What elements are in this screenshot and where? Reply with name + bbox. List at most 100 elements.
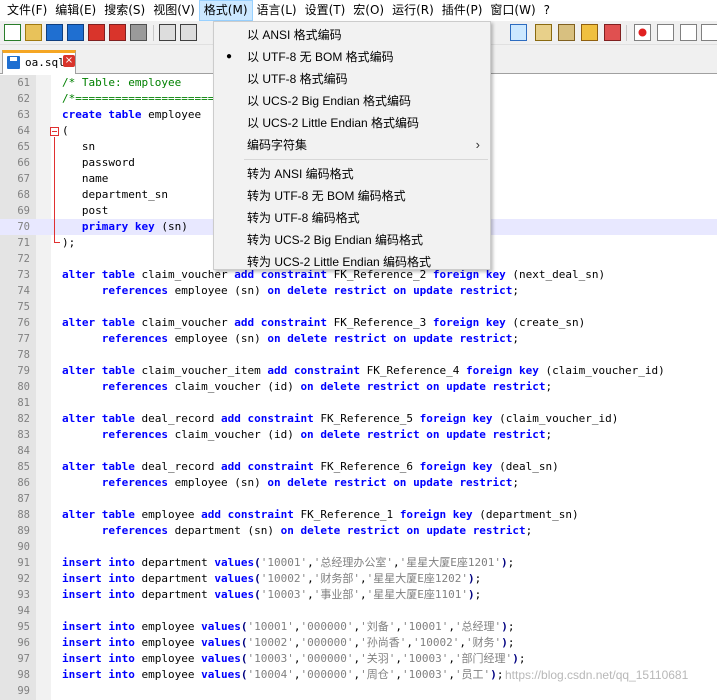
code-text[interactable]: sn xyxy=(62,139,95,155)
copy-icon[interactable] xyxy=(180,24,197,41)
tab-oa-sql[interactable]: oa.sql × xyxy=(2,50,76,74)
format-menu-item-6[interactable]: 转为 ANSI 编码格式 xyxy=(214,163,490,185)
code-line[interactable]: 86 references employee (sn) on delete re… xyxy=(0,475,717,491)
code-line[interactable]: 75 xyxy=(0,299,717,315)
close-all-icon[interactable] xyxy=(109,24,126,41)
format-menu-item-4[interactable]: 以 UCS-2 Little Endian 格式编码 xyxy=(214,112,490,134)
format-menu-item-7[interactable]: 转为 UTF-8 无 BOM 编码格式 xyxy=(214,185,490,207)
menu-item-11[interactable]: ? xyxy=(540,0,554,21)
code-line[interactable]: 97 insert into employee values('10003','0… xyxy=(0,651,717,667)
code-token: on xyxy=(426,428,440,441)
code-text[interactable]: insert into department values('10003','事… xyxy=(62,587,481,603)
code-text[interactable]: insert into employee values('10003','000… xyxy=(62,651,525,667)
format-menu-item-0[interactable]: 以 ANSI 格式编码 xyxy=(214,24,490,46)
code-text[interactable]: create table employee xyxy=(62,107,201,123)
code-text[interactable]: insert into employee values('10002','000… xyxy=(62,635,514,651)
code-text[interactable]: references claim_voucher (id) on delete … xyxy=(62,427,552,443)
function-list-icon[interactable] xyxy=(604,24,621,41)
menu-item-8[interactable]: 运行(R) xyxy=(388,0,438,21)
format-menu-item-10[interactable]: 转为 UCS-2 Little Endian 编码格式 xyxy=(214,251,490,273)
record-macro-icon[interactable] xyxy=(634,24,651,41)
code-line[interactable]: 88 alter table employee add constraint FK… xyxy=(0,507,717,523)
code-text[interactable]: primary key (sn) xyxy=(62,219,188,235)
menu-item-2[interactable]: 搜索(S) xyxy=(100,0,149,21)
open-file-icon[interactable] xyxy=(25,24,42,41)
code-text[interactable]: insert into department values('10002','财… xyxy=(62,571,481,587)
code-text[interactable]: references employee (sn) on delete restr… xyxy=(62,283,519,299)
code-text[interactable]: password xyxy=(62,155,135,171)
menu-item-9[interactable]: 插件(P) xyxy=(438,0,487,21)
code-text[interactable]: references employee (sn) on delete restr… xyxy=(62,331,519,347)
code-text[interactable]: name xyxy=(62,171,109,187)
cut-icon[interactable] xyxy=(159,24,176,41)
code-line[interactable]: 81 xyxy=(0,395,717,411)
menu-item-10[interactable]: 窗口(W) xyxy=(486,0,539,21)
code-text[interactable]: department_sn xyxy=(62,187,168,203)
code-line[interactable]: 94 xyxy=(0,603,717,619)
code-text[interactable]: alter table deal_record add constraint F… xyxy=(62,411,618,427)
code-line[interactable]: 95 insert into employee values('10001','0… xyxy=(0,619,717,635)
code-line[interactable]: 92 insert into department values('10002',… xyxy=(0,571,717,587)
code-line[interactable]: 84 xyxy=(0,443,717,459)
code-text[interactable]: references claim_voucher (id) on delete … xyxy=(62,379,552,395)
code-text[interactable]: insert into employee values('10004','000… xyxy=(62,667,503,683)
code-text[interactable]: ); xyxy=(62,235,75,251)
code-line[interactable]: 74 references employee (sn) on delete re… xyxy=(0,283,717,299)
close-tab-icon[interactable]: × xyxy=(63,55,75,67)
indent-guide-icon[interactable] xyxy=(535,24,552,41)
user-lang-icon[interactable] xyxy=(558,24,575,41)
code-line[interactable]: 77 references employee (sn) on delete re… xyxy=(0,331,717,347)
save-all-icon[interactable] xyxy=(67,24,84,41)
format-menu-item-5[interactable]: 编码字符集 › xyxy=(214,134,490,156)
format-menu-item-9[interactable]: 转为 UCS-2 Big Endian 编码格式 xyxy=(214,229,490,251)
line-number: 86 xyxy=(17,477,30,489)
menu-item-7[interactable]: 宏(O) xyxy=(349,0,388,21)
code-text[interactable]: insert into employee values('10001','000… xyxy=(62,619,514,635)
menu-item-5[interactable]: 语言(L) xyxy=(253,0,301,21)
fold-collapse-icon[interactable] xyxy=(50,127,59,136)
menu-item-0[interactable]: 文件(F) xyxy=(3,0,51,21)
playback-macro-icon[interactable] xyxy=(680,24,697,41)
menu-item-6[interactable]: 设置(T) xyxy=(301,0,350,21)
code-text[interactable]: alter table deal_record add constraint F… xyxy=(62,459,559,475)
doc-map-icon[interactable] xyxy=(581,24,598,41)
code-line[interactable]: 87 xyxy=(0,491,717,507)
run-macro-multiple-icon[interactable] xyxy=(701,24,717,41)
code-token: ; xyxy=(496,668,504,681)
format-menu-item-3[interactable]: 以 UCS-2 Big Endian 格式编码 xyxy=(214,90,490,112)
menu-item-4[interactable]: 格式(M) xyxy=(198,0,253,21)
word-wrap-icon[interactable] xyxy=(510,24,527,41)
format-menu-item-8[interactable]: 转为 UTF-8 编码格式 xyxy=(214,207,490,229)
code-text[interactable]: alter table employee add constraint FK_R… xyxy=(62,507,579,523)
stop-record-icon[interactable] xyxy=(657,24,674,41)
code-line[interactable]: 91 insert into department values('10001',… xyxy=(0,555,717,571)
code-text[interactable]: alter table claim_voucher_item add const… xyxy=(62,363,665,379)
line-number: 62 xyxy=(17,93,30,105)
code-text[interactable]: ( xyxy=(62,123,69,139)
print-icon[interactable] xyxy=(130,24,147,41)
code-text[interactable]: post xyxy=(62,203,109,219)
code-text[interactable]: references employee (sn) on delete restr… xyxy=(62,475,519,491)
code-text[interactable]: alter table claim_voucher add constraint… xyxy=(62,315,585,331)
menu-item-1[interactable]: 编辑(E) xyxy=(51,0,100,21)
close-icon[interactable] xyxy=(88,24,105,41)
format-menu-item-2[interactable]: 以 UTF-8 格式编码 xyxy=(214,68,490,90)
code-line[interactable]: 83 references claim_voucher (id) on dele… xyxy=(0,427,717,443)
code-line[interactable]: 80 references claim_voucher (id) on dele… xyxy=(0,379,717,395)
code-line[interactable]: 78 xyxy=(0,347,717,363)
code-line[interactable]: 85 alter table deal_record add constraint… xyxy=(0,459,717,475)
code-line[interactable]: 79 alter table claim_voucher_item add con… xyxy=(0,363,717,379)
save-icon[interactable] xyxy=(46,24,63,41)
code-line[interactable]: 93 insert into department values('10003',… xyxy=(0,587,717,603)
code-text[interactable]: insert into department values('10001','总… xyxy=(62,555,514,571)
code-line[interactable]: 90 xyxy=(0,539,717,555)
code-line[interactable]: 89 references department (sn) on delete … xyxy=(0,523,717,539)
code-text[interactable]: references department (sn) on delete res… xyxy=(62,523,533,539)
code-line[interactable]: 76 alter table claim_voucher add constrai… xyxy=(0,315,717,331)
code-line[interactable]: 82 alter table deal_record add constraint… xyxy=(0,411,717,427)
code-line[interactable]: 96 insert into employee values('10002','0… xyxy=(0,635,717,651)
code-line[interactable]: 99 xyxy=(0,683,717,699)
new-file-icon[interactable] xyxy=(4,24,21,41)
format-menu-item-1[interactable]: ● 以 UTF-8 无 BOM 格式编码 xyxy=(214,46,490,68)
menu-item-3[interactable]: 视图(V) xyxy=(149,0,199,21)
